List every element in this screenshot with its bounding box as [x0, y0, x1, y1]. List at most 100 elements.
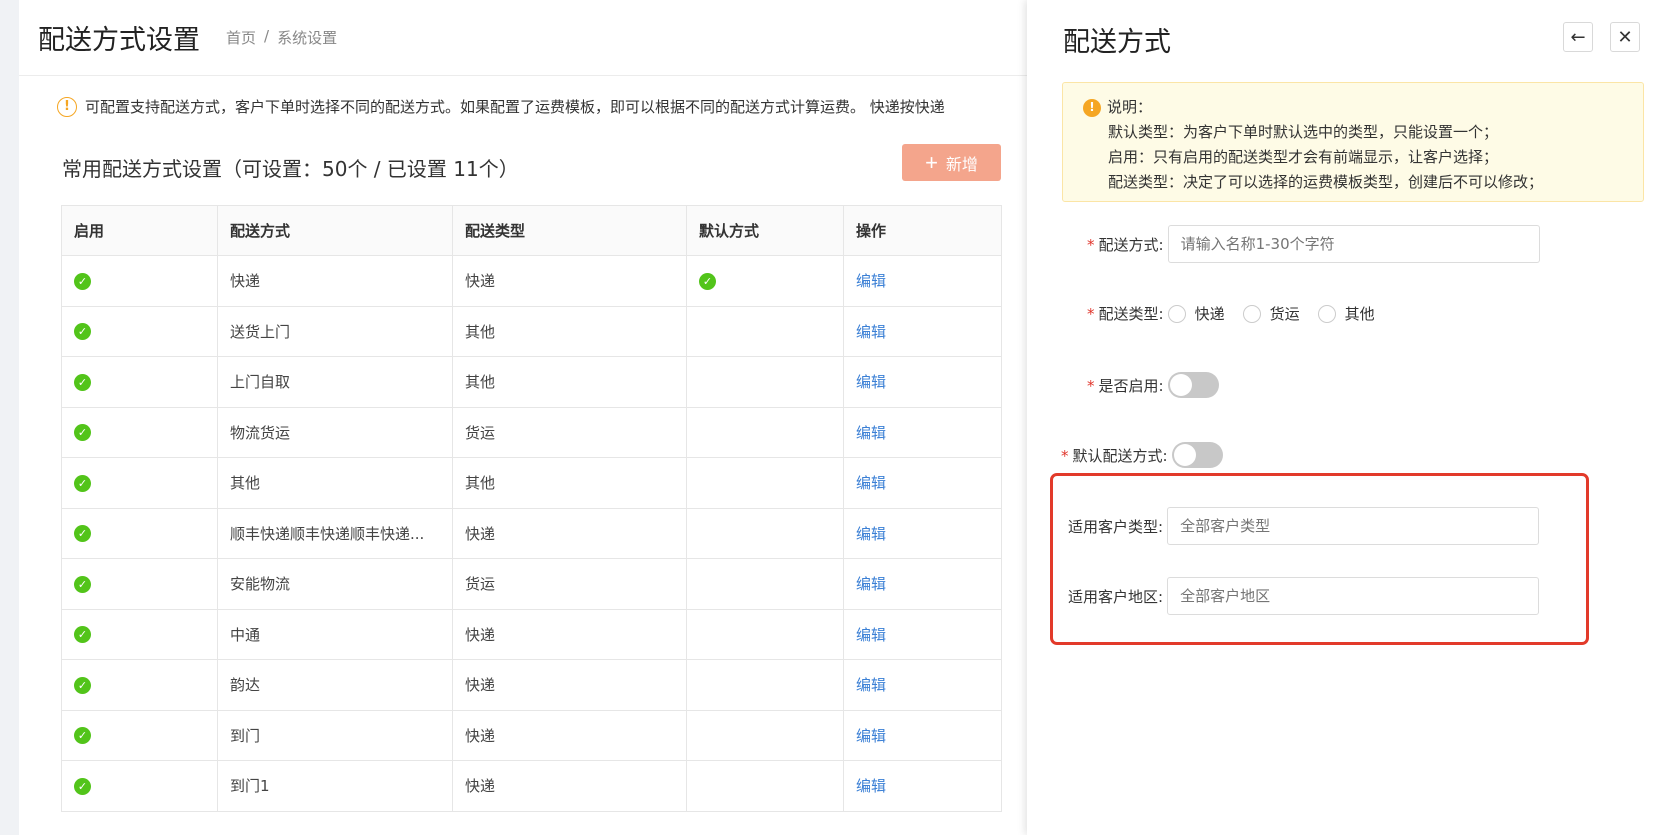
- edit-link[interactable]: 编辑: [856, 272, 886, 290]
- form-row-name: * 配送方式:: [1087, 225, 1540, 263]
- check-circle-icon: ✓: [74, 525, 91, 543]
- cell-default: [686, 507, 844, 559]
- customer-region-select[interactable]: [1167, 577, 1540, 615]
- type-radio-freight[interactable]: 货运: [1242, 303, 1300, 324]
- cell-action: 编辑: [843, 709, 1002, 761]
- cell-action: 编辑: [843, 659, 1002, 711]
- edit-link[interactable]: 编辑: [856, 474, 886, 492]
- breadcrumb-separator: /: [264, 27, 270, 45]
- check-circle-icon: ✓: [74, 323, 91, 341]
- type-radio-group: 快递 货运 其他: [1167, 303, 1375, 324]
- default-label: * 默认配送方式:: [1061, 446, 1168, 465]
- name-input[interactable]: [1167, 225, 1540, 263]
- close-button[interactable]: ✕: [1610, 22, 1640, 52]
- cell-action: 编辑: [843, 406, 1002, 458]
- add-button[interactable]: + 新增: [902, 144, 1001, 181]
- type-radio-other[interactable]: 其他: [1317, 303, 1375, 324]
- edit-link[interactable]: 编辑: [856, 424, 886, 442]
- cell-default: [686, 305, 844, 357]
- cell-enabled: ✓: [61, 305, 218, 357]
- cell-action: 编辑: [843, 760, 1002, 812]
- column-header-enabled: 启用: [61, 205, 218, 256]
- cell-action: 编辑: [843, 558, 1002, 610]
- default-toggle[interactable]: [1171, 442, 1223, 468]
- enabled-label: * 是否启用:: [1087, 376, 1164, 395]
- cell-default: [686, 709, 844, 761]
- cell-action: 编辑: [843, 507, 1002, 559]
- check-circle-icon: ✓: [74, 626, 91, 644]
- cell-type: 快递: [452, 760, 687, 812]
- notice-text: 可配置支持配送方式，客户下单时选择不同的配送方式。如果配置了运费模板，即可以根据…: [85, 98, 945, 116]
- edit-link[interactable]: 编辑: [856, 525, 886, 543]
- column-header-action: 操作: [843, 205, 1002, 256]
- cell-default: [686, 760, 844, 812]
- breadcrumb: 首页 / 系统设置: [226, 27, 337, 48]
- table-row: ✓ 安能物流 货运 编辑: [61, 558, 1002, 610]
- customer-type-select[interactable]: [1167, 507, 1540, 545]
- cell-enabled: ✓: [61, 255, 218, 307]
- edit-link[interactable]: 编辑: [856, 575, 886, 593]
- cell-enabled: ✓: [61, 457, 218, 509]
- cell-type: 货运: [452, 558, 687, 610]
- info-line-default: 默认类型：为客户下单时默认选中的类型，只能设置一个；: [1108, 123, 1499, 141]
- type-radio-express[interactable]: 快递: [1167, 303, 1225, 324]
- edit-link[interactable]: 编辑: [856, 727, 886, 745]
- table-row: ✓ 中通 快递 编辑: [61, 608, 1002, 660]
- main-page: 配送方式设置 首页 / 系统设置 ! 可配置支持配送方式，客户下单时选择不同的配…: [19, 0, 1029, 835]
- column-header-type: 配送类型: [452, 205, 687, 256]
- cell-name: 中通: [217, 608, 453, 660]
- edit-link[interactable]: 编辑: [856, 323, 886, 341]
- cell-default: [686, 356, 844, 408]
- type-label: * 配送类型:: [1087, 305, 1164, 323]
- cell-enabled: ✓: [61, 760, 218, 812]
- cell-enabled: ✓: [61, 507, 218, 559]
- cell-default: [686, 659, 844, 711]
- table-row: ✓ 快递 快递 ✓ 编辑: [61, 255, 1002, 307]
- cell-type: 快递: [452, 608, 687, 660]
- cell-name: 送货上门: [217, 305, 453, 357]
- cell-action: 编辑: [843, 608, 1002, 660]
- cell-type: 快递: [452, 255, 687, 307]
- check-circle-icon: ✓: [74, 727, 91, 745]
- cell-name: 安能物流: [217, 558, 453, 610]
- warning-circle-icon: !: [57, 96, 77, 117]
- notice-bar: ! 可配置支持配送方式，客户下单时选择不同的配送方式。如果配置了运费模板，即可以…: [57, 96, 945, 117]
- table-body: ✓ 快递 快递 ✓ 编辑 ✓ 送货上门 其他 编辑 ✓ 上门自取 其他 编辑 ✓ 物流货运 货运 编辑 ✓ 其他 其他…: [61, 255, 1002, 812]
- check-circle-icon: ✓: [699, 272, 716, 290]
- delivery-table: 启用 配送方式 配送类型 默认方式 操作 ✓ 快递 快递 ✓ 编辑 ✓ 送货上门 其他 编辑 ✓ 上…: [61, 205, 1002, 812]
- cell-type: 其他: [452, 305, 687, 357]
- cell-type: 快递: [452, 507, 687, 559]
- highlight-box: [1050, 473, 1589, 645]
- check-circle-icon: ✓: [74, 575, 91, 593]
- cell-default: ✓: [686, 255, 844, 307]
- edit-link[interactable]: 编辑: [856, 777, 886, 795]
- enabled-toggle[interactable]: [1167, 372, 1219, 398]
- cell-default: [686, 608, 844, 660]
- cell-name: 上门自取: [217, 356, 453, 408]
- section-title: 常用配送方式设置（可设置：50个 / 已设置 11个）: [62, 157, 519, 181]
- edit-link[interactable]: 编辑: [856, 373, 886, 391]
- cell-type: 其他: [452, 457, 687, 509]
- column-header-name: 配送方式: [217, 205, 453, 256]
- delivery-drawer: 配送方式 ← ✕ ! 说明： 默认类型：为客户下单时默认选中的类型，只能设置一个…: [1027, 0, 1680, 835]
- edit-link[interactable]: 编辑: [856, 626, 886, 644]
- page-title: 配送方式设置: [38, 25, 200, 56]
- edit-link[interactable]: 编辑: [856, 676, 886, 694]
- table-row: ✓ 上门自取 其他 编辑: [61, 356, 1002, 408]
- form-row-default: * 默认配送方式:: [1061, 442, 1223, 468]
- table-row: ✓ 其他 其他 编辑: [61, 457, 1002, 509]
- table-row: ✓ 顺丰快递顺丰快递顺丰快递... 快递 编辑: [61, 507, 1002, 559]
- cell-type: 快递: [452, 709, 687, 761]
- add-button-label: 新增: [945, 156, 978, 174]
- drawer-title: 配送方式: [1063, 27, 1171, 58]
- cell-name: 快递: [217, 255, 453, 307]
- cell-name: 韵达: [217, 659, 453, 711]
- cell-action: 编辑: [843, 255, 1002, 307]
- collapse-button[interactable]: ←: [1563, 22, 1593, 52]
- cell-enabled: ✓: [61, 356, 218, 408]
- table-row: ✓ 韵达 快递 编辑: [61, 659, 1002, 711]
- breadcrumb-home[interactable]: 首页: [226, 27, 256, 48]
- name-label: * 配送方式:: [1087, 235, 1164, 254]
- close-icon: ✕: [1617, 26, 1633, 48]
- cell-enabled: ✓: [61, 406, 218, 458]
